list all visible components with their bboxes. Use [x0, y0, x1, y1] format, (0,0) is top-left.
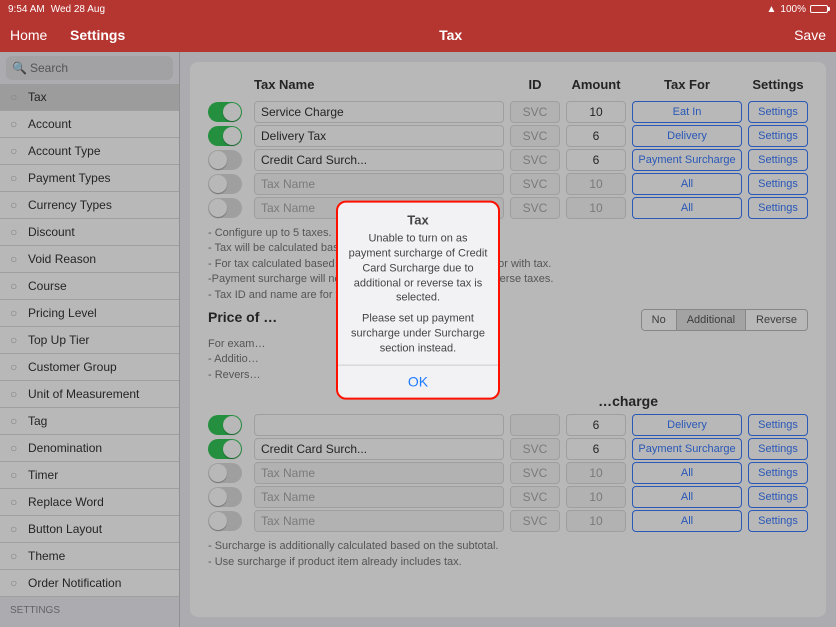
page-title: Tax — [125, 27, 776, 43]
wifi-icon: ▲ — [767, 4, 777, 15]
alert-title: Tax — [338, 203, 498, 228]
sidebar-title: Settings — [70, 27, 125, 43]
battery-icon — [810, 5, 828, 13]
status-bar: 9:54 AM Wed 28 Aug ▲ 100% — [0, 0, 836, 18]
home-button[interactable]: Home — [10, 27, 70, 43]
alert-ok-button[interactable]: OK — [338, 364, 498, 397]
alert-body-2: Please set up payment surcharge under Su… — [348, 312, 488, 357]
nav-bar: Home Settings Tax Save — [0, 18, 836, 52]
alert-dialog: Tax Unable to turn on as payment surchar… — [336, 201, 500, 400]
battery-pct: 100% — [780, 4, 806, 15]
status-date: Wed 28 Aug — [51, 4, 105, 15]
alert-body-1: Unable to turn on as payment surcharge o… — [348, 232, 488, 306]
save-button[interactable]: Save — [776, 27, 826, 43]
status-time: 9:54 AM — [8, 4, 45, 15]
